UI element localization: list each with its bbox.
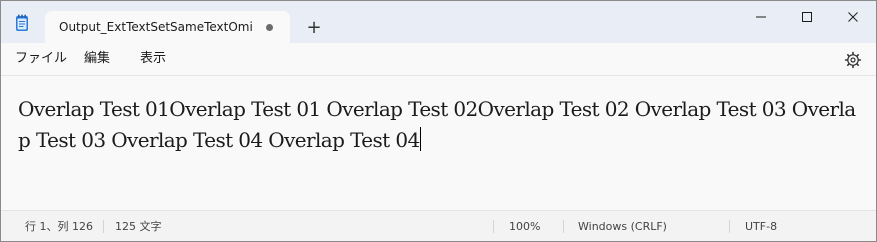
minimize-button[interactable] <box>738 1 784 33</box>
status-separator <box>729 220 730 233</box>
status-char-count: 125 文字 <box>115 220 162 233</box>
text-caret <box>419 127 421 151</box>
status-separator <box>563 220 564 233</box>
close-button[interactable] <box>830 1 876 33</box>
maximize-button[interactable] <box>784 1 830 33</box>
status-cursor-position: 行 1、列 126 <box>25 220 93 233</box>
notepad-icon <box>16 14 28 31</box>
menu-view[interactable]: 表示 <box>140 51 166 67</box>
editor-content[interactable]: Overlap Test 01Overlap Test 01 Overlap T… <box>18 94 858 156</box>
document-tab[interactable]: Output_ExtTextSetSameTextOmitRa <box>45 11 290 43</box>
maximize-icon <box>802 12 812 22</box>
menu-edit[interactable]: 編集 <box>84 51 110 67</box>
status-line-ending[interactable]: Windows (CRLF) <box>578 220 667 233</box>
status-zoom[interactable]: 100% <box>509 220 540 233</box>
title-bar: Output_ExtTextSetSameTextOmitRa + <box>1 1 876 43</box>
new-tab-button[interactable]: + <box>301 15 327 41</box>
unsaved-indicator-icon[interactable] <box>266 24 273 31</box>
status-encoding[interactable]: UTF-8 <box>745 220 777 233</box>
gear-icon[interactable] <box>844 51 862 69</box>
status-separator <box>103 220 104 233</box>
status-separator <box>493 220 494 233</box>
tab-title: Output_ExtTextSetSameTextOmitRa <box>59 20 253 34</box>
status-bar: 行 1、列 126 125 文字 100% Windows (CRLF) UTF… <box>1 211 876 241</box>
notepad-window: Output_ExtTextSetSameTextOmitRa + ファイル 編… <box>0 0 877 242</box>
menu-bar: ファイル 編集 表示 <box>1 43 876 75</box>
minimize-icon <box>756 16 766 18</box>
editor-text: Overlap Test 01Overlap Test 01 Overlap T… <box>18 97 856 152</box>
close-icon <box>848 12 858 22</box>
text-editor[interactable]: Overlap Test 01Overlap Test 01 Overlap T… <box>1 76 876 210</box>
menu-file[interactable]: ファイル <box>15 51 67 67</box>
